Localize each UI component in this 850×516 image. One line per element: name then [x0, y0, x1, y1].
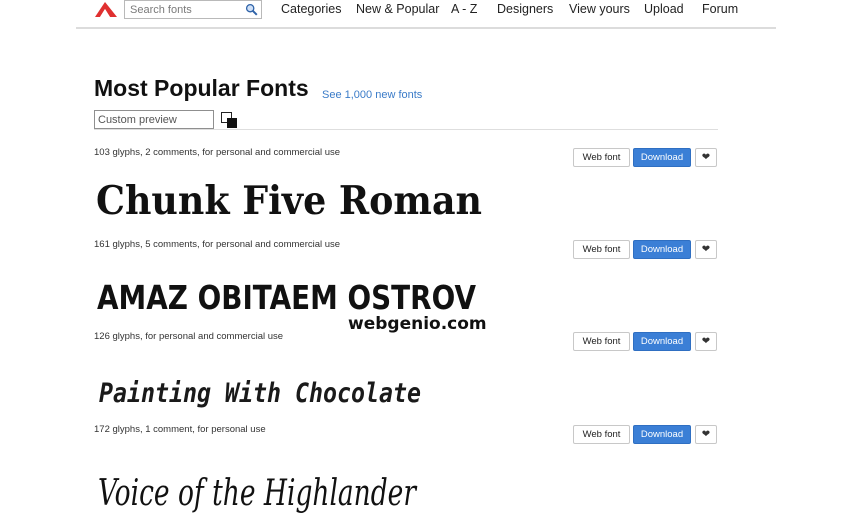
font-meta: 172 glyphs, 1 comment, for personal use: [94, 424, 266, 435]
font-sample[interactable]: Chunk Five Roman: [94, 172, 554, 238]
nav-a-z[interactable]: A - Z: [451, 2, 477, 16]
download-button[interactable]: Download: [633, 425, 691, 444]
download-button[interactable]: Download: [633, 332, 691, 351]
nav-designers[interactable]: Designers: [497, 2, 553, 16]
page-title: Most Popular Fonts: [94, 75, 309, 101]
nav-categories[interactable]: Categories: [281, 2, 341, 16]
heart-icon[interactable]: ❤: [695, 332, 717, 351]
divider: [94, 129, 718, 130]
nav-view-yours[interactable]: View yours: [569, 2, 630, 16]
svg-text:Voice of the Highlander: Voice of the Highlander: [98, 473, 417, 514]
search-icon[interactable]: [245, 3, 258, 16]
custom-preview-input[interactable]: [94, 110, 214, 129]
heart-icon[interactable]: ❤: [695, 240, 717, 259]
font-entry: 103 glyphs, 2 comments, for personal and…: [94, 147, 718, 239]
download-button[interactable]: Download: [633, 240, 691, 259]
web-font-button[interactable]: Web font: [573, 425, 630, 444]
logo-icon[interactable]: [94, 1, 118, 18]
font-meta: 161 glyphs, 5 comments, for personal and…: [94, 239, 341, 250]
search-box: [124, 0, 262, 19]
font-meta: 126 glyphs, for personal and commercial …: [94, 331, 284, 342]
svg-text:Painting With Chocolate: Painting With Chocolate: [99, 378, 421, 409]
font-entry: 161 glyphs, 5 comments, for personal and…: [94, 239, 718, 334]
heart-icon[interactable]: ❤: [695, 425, 717, 444]
font-meta: 103 glyphs, 2 comments, for personal and…: [94, 147, 341, 158]
font-entry: 172 glyphs, 1 comment, for personal use …: [94, 424, 718, 516]
svg-text:Chunk Five Roman: Chunk Five Roman: [96, 178, 482, 224]
top-navigation: Categories New & Popular A - Z Designers…: [76, 0, 776, 29]
web-font-button[interactable]: Web font: [573, 332, 630, 351]
web-font-button[interactable]: Web font: [573, 240, 630, 259]
nav-new-popular[interactable]: New & Popular: [356, 2, 439, 16]
font-entry: 126 glyphs, for personal and commercial …: [94, 331, 718, 423]
nav-upload[interactable]: Upload: [644, 2, 684, 16]
font-sample[interactable]: AMAZ OBITAEM OSTROV webgenio.com: [94, 264, 554, 334]
font-sample[interactable]: Painting With Chocolate: [94, 356, 554, 422]
nav-forum[interactable]: Forum: [702, 2, 738, 16]
color-swap-icon[interactable]: [221, 112, 237, 128]
web-font-button[interactable]: Web font: [573, 148, 630, 167]
svg-text:AMAZ OBITAEM OSTROV: AMAZ OBITAEM OSTROV: [97, 278, 476, 317]
search-input[interactable]: [125, 1, 242, 18]
heart-icon[interactable]: ❤: [695, 148, 717, 167]
download-button[interactable]: Download: [633, 148, 691, 167]
new-fonts-link[interactable]: See 1,000 new fonts: [322, 89, 422, 101]
font-sample[interactable]: Voice of the Highlander: [94, 449, 554, 515]
